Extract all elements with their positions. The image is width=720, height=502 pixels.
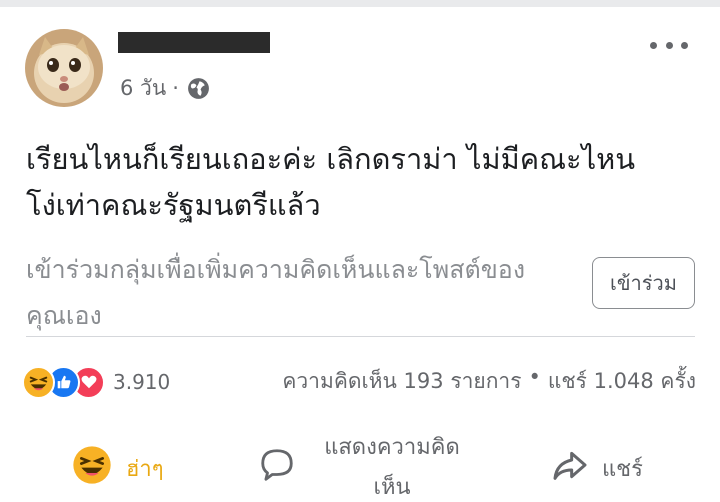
share-label: แชร์ [602, 456, 643, 482]
comment-icon [258, 446, 296, 490]
join-prompt-line: คุณเอง [26, 301, 102, 330]
author-avatar[interactable] [25, 29, 103, 107]
share-icon [550, 445, 590, 491]
share-button[interactable]: แชร์ [550, 438, 643, 498]
reactions-summary[interactable]: 3.910 [22, 364, 170, 400]
haha-icon [72, 445, 112, 491]
comments-count[interactable]: ความคิดเห็น 193 รายการ [282, 365, 521, 398]
reaction-count: 3.910 [113, 370, 171, 394]
author-name[interactable]: redacted [118, 32, 270, 53]
globe-icon[interactable] [186, 76, 211, 101]
more-options-icon[interactable] [646, 30, 692, 60]
meta-separator: · [172, 76, 179, 100]
shares-count[interactable]: แชร์ 1.048 ครั้ง [548, 365, 696, 398]
join-prompt-line: เข้าร่วมกลุ่มเพื่อเพิ่มความคิดเห็นและโพส… [26, 255, 526, 284]
engagement-stats: ความคิดเห็น 193 รายการ • แชร์ 1.048 ครั้… [282, 365, 696, 398]
react-label: ฮ่าๆ [126, 456, 164, 482]
react-button[interactable]: ฮ่าๆ [72, 438, 164, 498]
post-text: เรียนไหนก็เรียนเถอะค่ะ เลิกดราม่า ไม่มีค… [26, 136, 696, 228]
post-time[interactable]: 6 วัน [120, 72, 166, 105]
join-group-button[interactable]: เข้าร่วม [592, 257, 695, 309]
post-text-line: โง่เท่าคณะรัฐมนตรีแล้ว [26, 188, 321, 222]
post-meta: 6 วัน · [120, 74, 211, 102]
haha-icon [22, 365, 55, 399]
join-group-prompt: เข้าร่วมกลุ่มเพื่อเพิ่มความคิดเห็นและโพส… [26, 247, 571, 339]
top-strip [0, 0, 720, 7]
stats-separator: • [528, 365, 541, 389]
comment-button[interactable]: แสดงความคิดเห็น [258, 435, 472, 500]
comment-label: แสดงความคิดเห็น [324, 435, 460, 500]
post-text-line: เรียนไหนก็เรียนเถอะค่ะ เลิกดราม่า ไม่มีค… [26, 142, 636, 176]
divider [26, 336, 695, 337]
